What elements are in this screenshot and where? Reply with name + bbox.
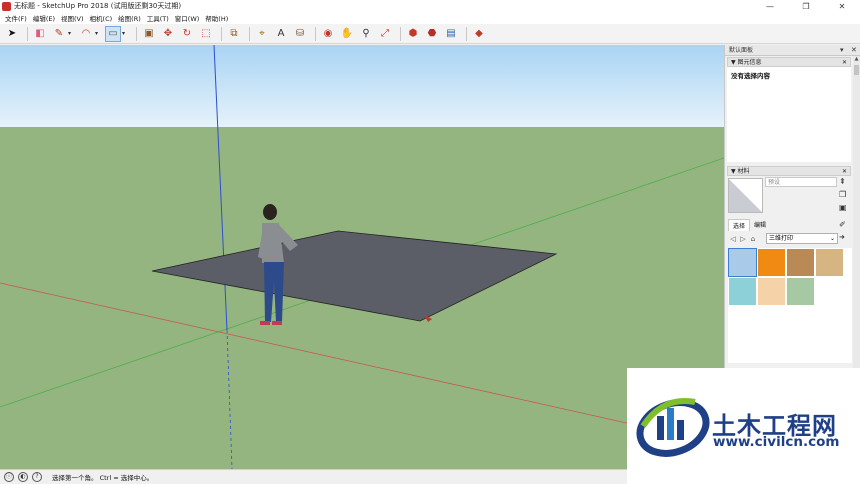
toolbar-separator xyxy=(221,26,222,41)
toolbar-separator xyxy=(466,26,467,41)
material-swatch[interactable] xyxy=(758,249,785,276)
default-material-icon[interactable]: ▣ xyxy=(839,203,847,212)
entity-info-header[interactable]: ▼ 图元信息 ✕ xyxy=(727,57,851,67)
instructor-icon[interactable]: ? xyxy=(32,472,42,482)
select-tool-icon[interactable]: ➤ xyxy=(4,26,20,42)
menu-help[interactable]: 帮助(H) xyxy=(202,13,231,23)
civilcn-logo-icon xyxy=(636,398,710,457)
material-swatch-grid xyxy=(728,248,852,363)
entity-info-panel: 没有选择内容 xyxy=(727,67,851,162)
forward-icon[interactable]: ▷ xyxy=(738,235,748,243)
scale-tool-icon[interactable]: ⬚ xyxy=(198,26,214,42)
drawing-viewport[interactable] xyxy=(0,45,724,469)
material-swatch[interactable] xyxy=(728,248,757,277)
no-selection-text: 没有选择内容 xyxy=(731,72,770,80)
orbit-tool-icon[interactable]: ◉ xyxy=(320,26,336,42)
details-icon[interactable]: ➜ xyxy=(839,233,845,241)
status-message: 选择第一个角。 Ctrl = 选择中心。 xyxy=(52,474,154,482)
material-swatch[interactable] xyxy=(816,249,843,276)
toolbar-separator xyxy=(400,26,401,41)
title-bar: 无标题 - SketchUp Pro 2018 (试用版还剩30天过期) — ❐… xyxy=(0,0,860,12)
tray-collapse-button[interactable]: ▾ xyxy=(840,45,844,56)
menu-draw[interactable]: 绘图(R) xyxy=(115,13,144,23)
close-icon[interactable]: ✕ xyxy=(842,167,847,176)
materials-tabs: 选择 编辑 xyxy=(728,219,770,231)
rectangle-tool-icon[interactable]: ▭ xyxy=(105,25,121,42)
toolbar-separator xyxy=(136,26,137,41)
tab-edit[interactable]: 编辑 xyxy=(750,219,770,231)
tape-measure-tool-icon[interactable]: ⌖ xyxy=(254,26,270,42)
entity-info-heading: 图元信息 xyxy=(737,59,762,66)
pan-tool-icon[interactable]: ✋ xyxy=(339,26,355,42)
menu-edit[interactable]: 编辑(E) xyxy=(30,13,58,23)
menu-file[interactable]: 文件(F) xyxy=(2,13,30,23)
eraser-tool-icon[interactable]: ◧ xyxy=(32,26,48,42)
material-swatch[interactable] xyxy=(787,249,814,276)
back-icon[interactable]: ◁ xyxy=(728,235,738,243)
maximize-button[interactable]: ❐ xyxy=(788,0,824,12)
main-toolbar: ➤ ◧ ✎ ▾ ◠ ▾ ▭ ▾ ▣ ✥ ↻ ⬚ ⧉ ⌖ A ⛁ ◉ ✋ ⚲ ⤢ ⬢ ⬣ ▤ ◆ xyxy=(0,24,860,44)
warehouse-tool-icon[interactable]: ⬢ xyxy=(405,26,421,42)
toolbar-separator xyxy=(249,26,250,41)
material-swatch[interactable] xyxy=(787,278,814,305)
materials-heading: 材料 xyxy=(737,168,750,175)
window-title: 无标题 - SketchUp Pro 2018 (试用版还剩30天过期) xyxy=(14,2,182,10)
menu-camera[interactable]: 相机(C) xyxy=(87,13,116,23)
credits-icon[interactable]: ◐ xyxy=(18,472,28,482)
zoom-extents-tool-icon[interactable]: ⤢ xyxy=(377,26,393,42)
menu-bar: 文件(F) 编辑(E) 视图(V) 相机(C) 绘图(R) 工具(T) 窗口(W… xyxy=(0,12,860,24)
scene-canvas[interactable] xyxy=(0,45,724,469)
chevron-down-icon: ⌄ xyxy=(829,235,835,242)
home-icon[interactable]: ⌂ xyxy=(748,235,758,243)
menu-view[interactable]: 视图(V) xyxy=(58,13,87,23)
move-tool-icon[interactable]: ✥ xyxy=(160,26,176,42)
display-secondary-icon[interactable]: ⇞ xyxy=(839,177,846,186)
library-select[interactable]: 三维打印 ⌄ xyxy=(766,233,838,244)
material-name-field[interactable]: 预设 xyxy=(765,177,837,187)
watermark-url: www.civilcn.com xyxy=(713,434,840,450)
geolocation-icon[interactable]: ⓘ xyxy=(4,472,14,482)
paint-bucket-tool-icon[interactable]: ⛁ xyxy=(292,26,308,42)
sketchup-window: 无标题 - SketchUp Pro 2018 (试用版还剩30天过期) — ❐… xyxy=(0,0,860,484)
menu-window[interactable]: 窗口(W) xyxy=(172,13,203,23)
create-material-icon[interactable]: ❒ xyxy=(839,190,846,199)
tray-close-button[interactable]: ✕ xyxy=(851,45,857,56)
dropdown-arrow-icon[interactable]: ▾ xyxy=(95,30,102,37)
toolbar-separator xyxy=(27,26,28,41)
extension-warehouse-tool-icon[interactable]: ⬣ xyxy=(424,26,440,42)
material-preview xyxy=(728,178,763,213)
pushpull-tool-icon[interactable]: ▣ xyxy=(141,26,157,42)
minimize-button[interactable]: — xyxy=(752,0,788,12)
line-tool-icon[interactable]: ✎ xyxy=(51,26,67,42)
toolbar-separator xyxy=(315,26,316,41)
dropdown-arrow-icon[interactable]: ▾ xyxy=(122,30,129,37)
rotate-tool-icon[interactable]: ↻ xyxy=(179,26,195,42)
sky xyxy=(0,45,724,127)
offset-tool-icon[interactable]: ⧉ xyxy=(226,26,242,42)
library-select-value: 三维打印 xyxy=(769,235,794,242)
watermark: 土木工程网 www.civilcn.com xyxy=(627,368,860,484)
text-tool-icon[interactable]: A xyxy=(273,26,289,42)
scroll-thumb[interactable] xyxy=(854,65,859,75)
sketchup-logo-icon xyxy=(2,1,11,11)
close-icon[interactable]: ✕ xyxy=(842,58,847,67)
send-to-layout-tool-icon[interactable]: ▤ xyxy=(443,26,459,42)
material-swatch[interactable] xyxy=(758,278,785,305)
sample-paint-icon[interactable]: ✐ xyxy=(839,220,846,229)
scroll-up-icon[interactable]: ▲ xyxy=(853,56,860,64)
materials-header[interactable]: ▼ 材料 ✕ xyxy=(727,166,851,176)
arc-tool-icon[interactable]: ◠ xyxy=(78,26,94,42)
window-controls: — ❐ ✕ xyxy=(752,0,860,12)
zoom-tool-icon[interactable]: ⚲ xyxy=(358,26,374,42)
material-swatch[interactable] xyxy=(729,278,756,305)
dropdown-arrow-icon[interactable]: ▾ xyxy=(68,30,75,37)
tab-select[interactable]: 选择 xyxy=(728,219,751,231)
ruby-tool-icon[interactable]: ◆ xyxy=(471,26,487,42)
menu-tools[interactable]: 工具(T) xyxy=(144,13,172,23)
material-preview-swatch xyxy=(729,179,762,212)
close-button[interactable]: ✕ xyxy=(824,0,860,12)
